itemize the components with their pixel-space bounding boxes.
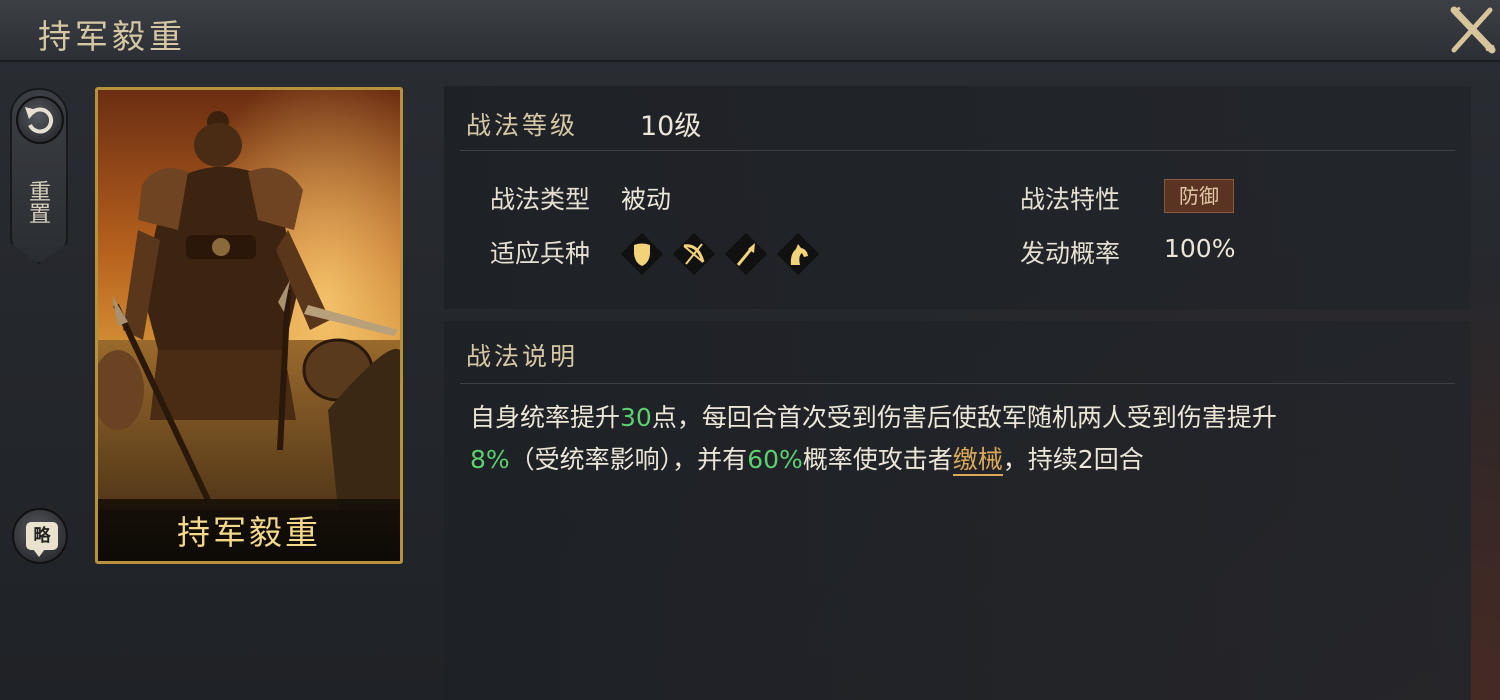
type-value: 被动 xyxy=(621,185,672,214)
general-artwork xyxy=(98,90,400,561)
header-bar: 持军毅重 xyxy=(0,0,1500,62)
strategy-button[interactable]: 略 xyxy=(12,508,68,564)
trait-badge[interactable]: 防御 xyxy=(1164,179,1234,213)
card-name: 持军毅重 xyxy=(177,513,321,552)
desc-text-segment: ，持续2回合 xyxy=(1002,445,1144,474)
close-icon xyxy=(1450,6,1496,54)
divider xyxy=(460,150,1455,151)
horse-icon[interactable] xyxy=(776,232,820,276)
reset-label: 重置 xyxy=(25,180,50,224)
level-value: 10级 xyxy=(640,111,702,142)
desc-text-segment: 概率使攻击者 xyxy=(802,445,953,474)
description-text: 自身统率提升30点，每回合首次受到伤害后使敌军随机两人受到伤害提升 8%（受统率影… xyxy=(470,397,1450,481)
desc-highlight-value: 60% xyxy=(747,445,803,474)
desc-highlight-value: 8% xyxy=(470,445,510,474)
disarm-term-link[interactable]: 缴械 xyxy=(952,445,1003,476)
bow-icon[interactable] xyxy=(672,232,716,276)
reset-button[interactable]: 重置 xyxy=(10,88,68,264)
desc-text-segment: （受统率影响），并有 xyxy=(509,445,748,474)
tactic-info-panel: 战法等级 10级 战法类型 被动 战法特性 防御 适应兵种 发动概率 100% xyxy=(444,86,1471,309)
close-button[interactable] xyxy=(1446,4,1498,56)
undo-icon xyxy=(25,107,54,134)
type-label: 战法类型 xyxy=(490,185,591,214)
chance-value: 100% xyxy=(1164,234,1236,263)
desc-text-segment: 自身统率提升 xyxy=(470,403,621,432)
chance-label: 发动概率 xyxy=(1020,239,1121,268)
desc-highlight-value: 30 xyxy=(620,403,652,432)
spear-icon[interactable] xyxy=(724,232,768,276)
trait-label: 战法特性 xyxy=(1020,185,1121,214)
tactic-card: 持军毅重 xyxy=(95,87,403,564)
page-title: 持军毅重 xyxy=(38,17,186,56)
troops-label: 适应兵种 xyxy=(490,239,591,268)
divider xyxy=(460,383,1455,384)
desc-text-segment: 点，每回合首次受到伤害后使敌军随机两人受到伤害提升 xyxy=(651,403,1277,432)
tactic-description-panel: 战法说明 自身统率提升30点，每回合首次受到伤害后使敌军随机两人受到伤害提升 8%… xyxy=(444,321,1471,700)
level-label: 战法等级 xyxy=(466,111,579,140)
strategy-label: 略 xyxy=(26,522,58,557)
shield-icon[interactable] xyxy=(620,232,664,276)
description-title: 战法说明 xyxy=(466,342,579,371)
reset-icon-holder xyxy=(16,96,64,144)
